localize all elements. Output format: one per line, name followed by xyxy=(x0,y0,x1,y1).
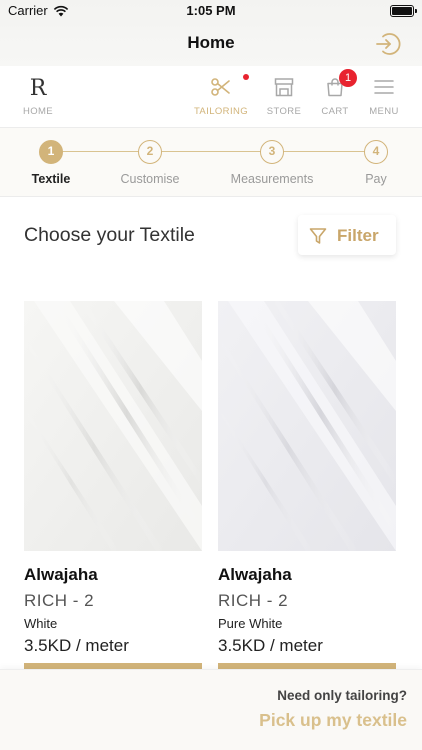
pickup-textile-link[interactable]: Pick up my textile xyxy=(259,710,407,731)
filter-button[interactable]: Filter xyxy=(298,215,396,255)
product-price: 3.5KD / meter xyxy=(218,636,323,655)
nav-item-tailoring[interactable]: TAILORING xyxy=(192,66,250,128)
hamburger-icon xyxy=(373,76,395,103)
logout-icon[interactable] xyxy=(374,30,402,58)
funnel-icon xyxy=(309,227,327,250)
brand-logo: R xyxy=(29,76,47,101)
step-4-circle[interactable]: 4 xyxy=(364,140,388,164)
nav-item-home[interactable]: R HOME xyxy=(16,66,60,128)
product-name: Alwajaha xyxy=(218,565,292,584)
status-bar: Carrier 1:05 PM xyxy=(0,0,422,22)
step-1-circle[interactable]: 1 xyxy=(39,140,63,164)
nav-label: MENU xyxy=(369,106,399,117)
step-3-circle[interactable]: 3 xyxy=(260,140,284,164)
progress-stepper: 1 2 3 4 Textile Customise Measurements P… xyxy=(0,128,422,197)
cart-count-badge: 1 xyxy=(339,69,357,87)
clock: 1:05 PM xyxy=(186,3,236,18)
scissors-icon xyxy=(210,76,232,103)
nav-item-cart[interactable]: 1 CART xyxy=(318,66,357,128)
pickup-banner: Need only tailoring? Pick up my textile xyxy=(0,669,422,750)
notification-dot xyxy=(243,74,249,80)
product-price: 3.5KD / meter xyxy=(24,636,129,655)
product-grade: RICH - 2 xyxy=(218,591,289,610)
product-color: White xyxy=(24,616,58,631)
nav-item-store[interactable]: STORE xyxy=(264,66,304,128)
step-2-label: Customise xyxy=(120,172,180,186)
filter-label: Filter xyxy=(337,226,379,245)
page-title: Home xyxy=(187,33,235,52)
step-4-label: Pay xyxy=(365,172,387,186)
textile-image[interactable] xyxy=(24,301,202,551)
product-name: Alwajaha xyxy=(24,565,98,584)
textile-image[interactable] xyxy=(218,301,396,551)
stepper-line xyxy=(51,151,376,152)
section-heading: Choose your Textile xyxy=(24,224,195,246)
step-3-label: Measurements xyxy=(230,172,314,186)
top-bar: Carrier 1:05 PM Home xyxy=(0,0,422,66)
product-color: Pure White xyxy=(218,616,283,631)
nav-label: HOME xyxy=(22,106,54,117)
step-2-circle[interactable]: 2 xyxy=(138,140,162,164)
nav-label: TAILORING xyxy=(193,106,249,117)
nav-item-menu[interactable]: MENU xyxy=(364,66,404,128)
main-nav: R HOME TAILORING STORE 1 CART MENU xyxy=(0,66,422,128)
store-icon xyxy=(273,76,295,103)
battery-icon xyxy=(390,5,417,17)
nav-label: CART xyxy=(321,106,349,117)
product-grade: RICH - 2 xyxy=(24,591,95,610)
pickup-question: Need only tailoring? xyxy=(277,688,407,703)
nav-label: STORE xyxy=(266,106,302,117)
